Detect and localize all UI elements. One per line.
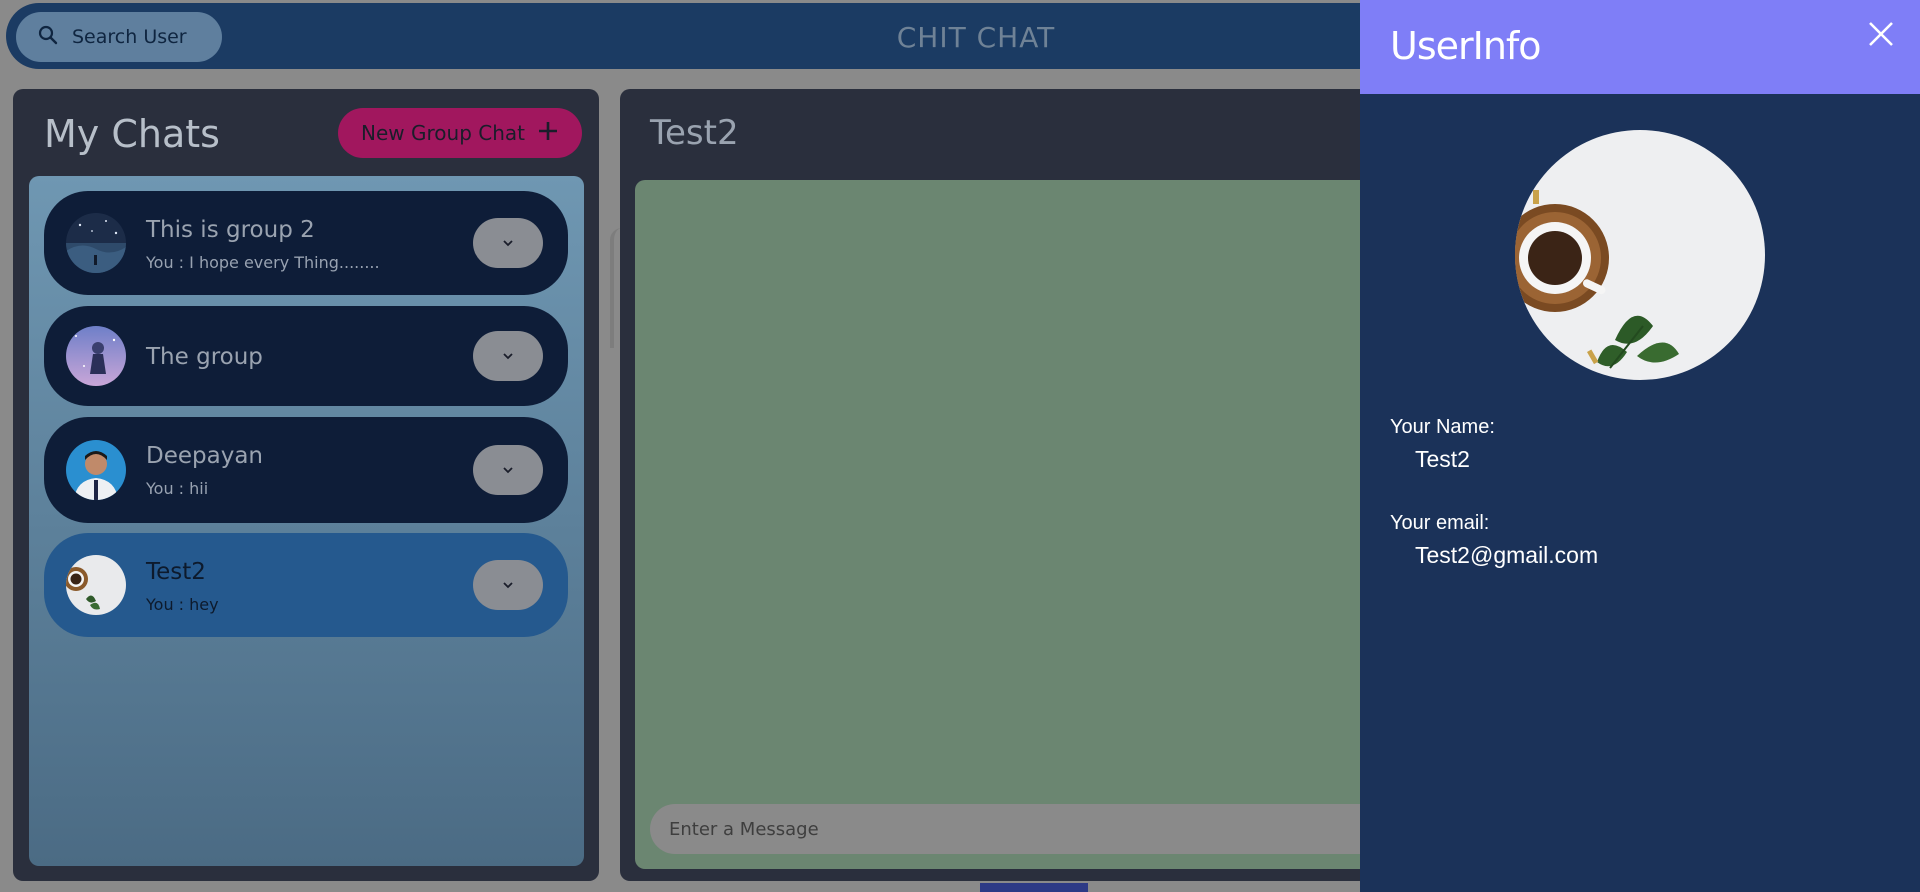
name-value: Test2 bbox=[1415, 446, 1470, 472]
chat-preview: You : hii bbox=[146, 479, 209, 498]
chevron-down-icon bbox=[502, 347, 514, 365]
chat-options-button[interactable] bbox=[473, 560, 543, 610]
email-value: Test2@gmail.com bbox=[1415, 542, 1599, 568]
plus-icon bbox=[537, 120, 559, 147]
starry-scene-avatar bbox=[66, 213, 126, 273]
chat-list: This is group 2 You : I hope every Thing… bbox=[29, 176, 584, 866]
chat-name: The group bbox=[146, 344, 263, 370]
chevron-down-icon bbox=[502, 461, 514, 479]
email-label: Your email: bbox=[1390, 512, 1490, 534]
chat-item-the-group[interactable]: The group bbox=[44, 306, 568, 406]
chat-item-deepayan[interactable]: Deepayan You : hii bbox=[44, 417, 568, 523]
conversation-title: Test2 bbox=[650, 113, 739, 153]
chevron-down-icon bbox=[502, 576, 514, 594]
chat-options-button[interactable] bbox=[473, 445, 543, 495]
new-group-chat-label: New Group Chat bbox=[361, 121, 525, 145]
new-group-chat-button[interactable]: New Group Chat bbox=[338, 108, 582, 158]
close-icon[interactable] bbox=[1862, 15, 1900, 53]
my-chats-panel: My Chats New Group Chat This is group 2 … bbox=[13, 89, 599, 881]
chat-name: Deepayan bbox=[146, 443, 263, 469]
chevron-down-icon bbox=[502, 234, 514, 252]
anime-girl-avatar bbox=[66, 326, 126, 386]
chat-name: Test2 bbox=[146, 559, 206, 585]
chat-preview: You : I hope every Thing........ bbox=[146, 253, 380, 272]
chat-item-test2[interactable]: Test2 You : hey bbox=[44, 533, 568, 637]
chat-options-button[interactable] bbox=[473, 331, 543, 381]
coffee-cup-avatar bbox=[66, 555, 126, 615]
profile-picture bbox=[1515, 130, 1765, 380]
name-label: Your Name: bbox=[1390, 416, 1495, 438]
drawer-title: UserInfo bbox=[1390, 24, 1542, 68]
chat-name: This is group 2 bbox=[146, 217, 315, 243]
chat-item-this-is-group-2[interactable]: This is group 2 You : I hope every Thing… bbox=[44, 191, 568, 295]
user-info-drawer: UserInfo Your Name: Test2 Your email: Te… bbox=[1360, 0, 1920, 892]
person-photo-avatar bbox=[66, 440, 126, 500]
bottom-tab bbox=[980, 883, 1088, 892]
my-chats-title: My Chats bbox=[44, 112, 220, 156]
drawer-header: UserInfo bbox=[1360, 0, 1920, 94]
chat-preview: You : hey bbox=[146, 595, 219, 614]
chat-options-button[interactable] bbox=[473, 218, 543, 268]
